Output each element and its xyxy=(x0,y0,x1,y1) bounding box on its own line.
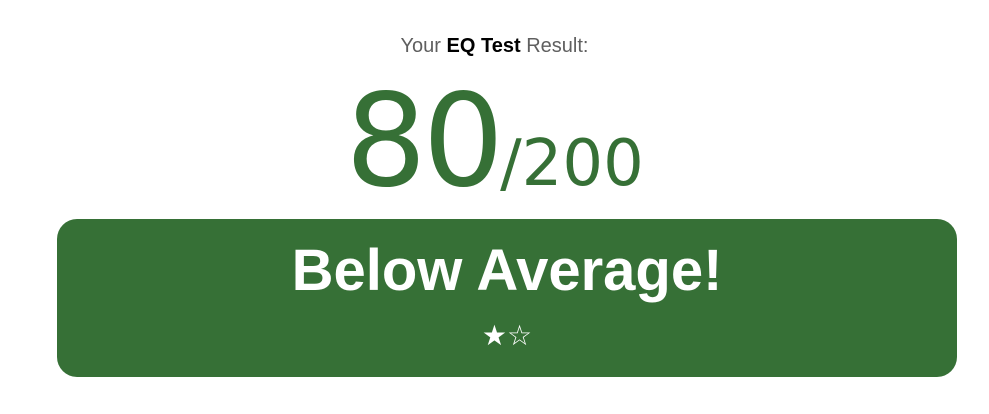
score-total: /200 xyxy=(500,127,644,201)
star-filled-icon: ★ xyxy=(481,319,507,352)
header-prefix: Your xyxy=(400,35,441,57)
result-card: Below Average! ★☆ xyxy=(57,219,957,377)
test-name: EQ Test xyxy=(446,35,521,57)
result-header: Your EQ Test Result: xyxy=(0,35,989,58)
header-suffix: Result: xyxy=(526,35,589,57)
star-rating: ★☆ xyxy=(57,319,957,353)
star-empty-icon: ☆ xyxy=(507,319,533,352)
score-display: 80/200 xyxy=(0,72,989,234)
result-label: Below Average! xyxy=(291,238,723,303)
score-value: 80 xyxy=(345,67,504,216)
